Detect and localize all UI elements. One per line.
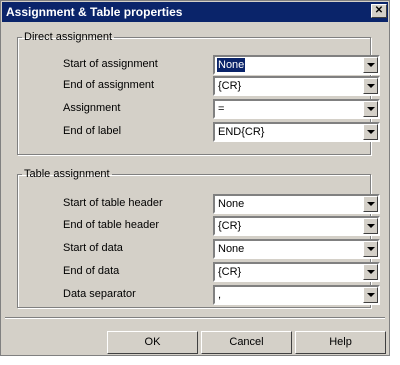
start-of-data-select[interactable]: None [213,239,380,259]
assignment-value: = [218,103,225,115]
direct-assignment-legend: Direct assignment [24,31,113,43]
assignment-row: Assignment = [18,99,380,119]
dropdown-arrow-icon[interactable] [363,196,378,212]
data-separator-select[interactable]: , [213,285,380,305]
close-icon[interactable]: ✕ [371,4,387,18]
assignment-select[interactable]: = [213,99,380,119]
ok-button[interactable]: OK [107,331,198,354]
start-of-data-label: Start of data [63,242,123,254]
start-of-assignment-value: None [217,58,246,72]
start-of-data-value: None [218,243,245,255]
cancel-button[interactable]: Cancel [201,331,292,354]
title-bar: Assignment & Table properties ✕ [2,2,388,22]
direct-assignment-group: Direct assignment Start of assignment No… [17,31,380,155]
start-of-table-header-value: None [218,198,245,210]
start-of-table-header-label: Start of table header [63,197,163,209]
help-button[interactable]: Help [295,331,386,354]
dropdown-arrow-icon[interactable] [363,78,378,94]
end-of-table-header-value: {CR} [218,220,242,232]
table-assignment-group: Table assignment Start of table header N… [17,168,380,308]
end-of-label-label: End of label [63,125,122,137]
end-of-table-header-select[interactable]: {CR} [213,216,380,236]
start-of-data-row: Start of data None [18,239,380,259]
table-assignment-legend: Table assignment [24,168,110,180]
dropdown-arrow-icon[interactable] [363,218,378,234]
end-of-table-header-row: End of table header {CR} [18,216,380,236]
end-of-data-label: End of data [63,265,120,277]
end-of-label-row: End of label END{CR} [18,122,380,142]
end-of-data-row: End of data {CR} [18,262,380,282]
end-of-label-select[interactable]: END{CR} [213,122,380,142]
end-of-assignment-value: {CR} [218,80,242,92]
dropdown-arrow-icon[interactable] [363,57,378,73]
start-of-table-header-select[interactable]: None [213,194,380,214]
dropdown-arrow-icon[interactable] [363,264,378,280]
end-of-assignment-select[interactable]: {CR} [213,76,380,96]
start-of-assignment-label: Start of assignment [63,58,158,70]
button-separator [5,317,385,319]
dropdown-arrow-icon[interactable] [363,241,378,257]
start-of-assignment-row: Start of assignment None [18,55,380,75]
end-of-data-select[interactable]: {CR} [213,262,380,282]
assignment-table-properties-dialog: Assignment & Table properties ✕ Direct a… [0,0,390,356]
dropdown-arrow-icon[interactable] [363,124,378,140]
end-of-assignment-row: End of assignment {CR} [18,76,380,96]
assignment-label: Assignment [63,102,121,114]
data-separator-row: Data separator , [18,285,380,305]
dropdown-arrow-icon[interactable] [363,101,378,117]
start-of-table-header-row: Start of table header None [18,194,380,214]
data-separator-value: , [218,289,222,301]
end-of-label-value: END{CR} [218,126,265,138]
dropdown-arrow-icon[interactable] [363,287,378,303]
end-of-assignment-label: End of assignment [63,79,155,91]
data-separator-label: Data separator [63,288,136,300]
dialog-title: Assignment & Table properties [6,5,183,19]
end-of-table-header-label: End of table header [63,219,160,231]
start-of-assignment-select[interactable]: None [213,55,380,75]
end-of-data-value: {CR} [218,266,242,278]
